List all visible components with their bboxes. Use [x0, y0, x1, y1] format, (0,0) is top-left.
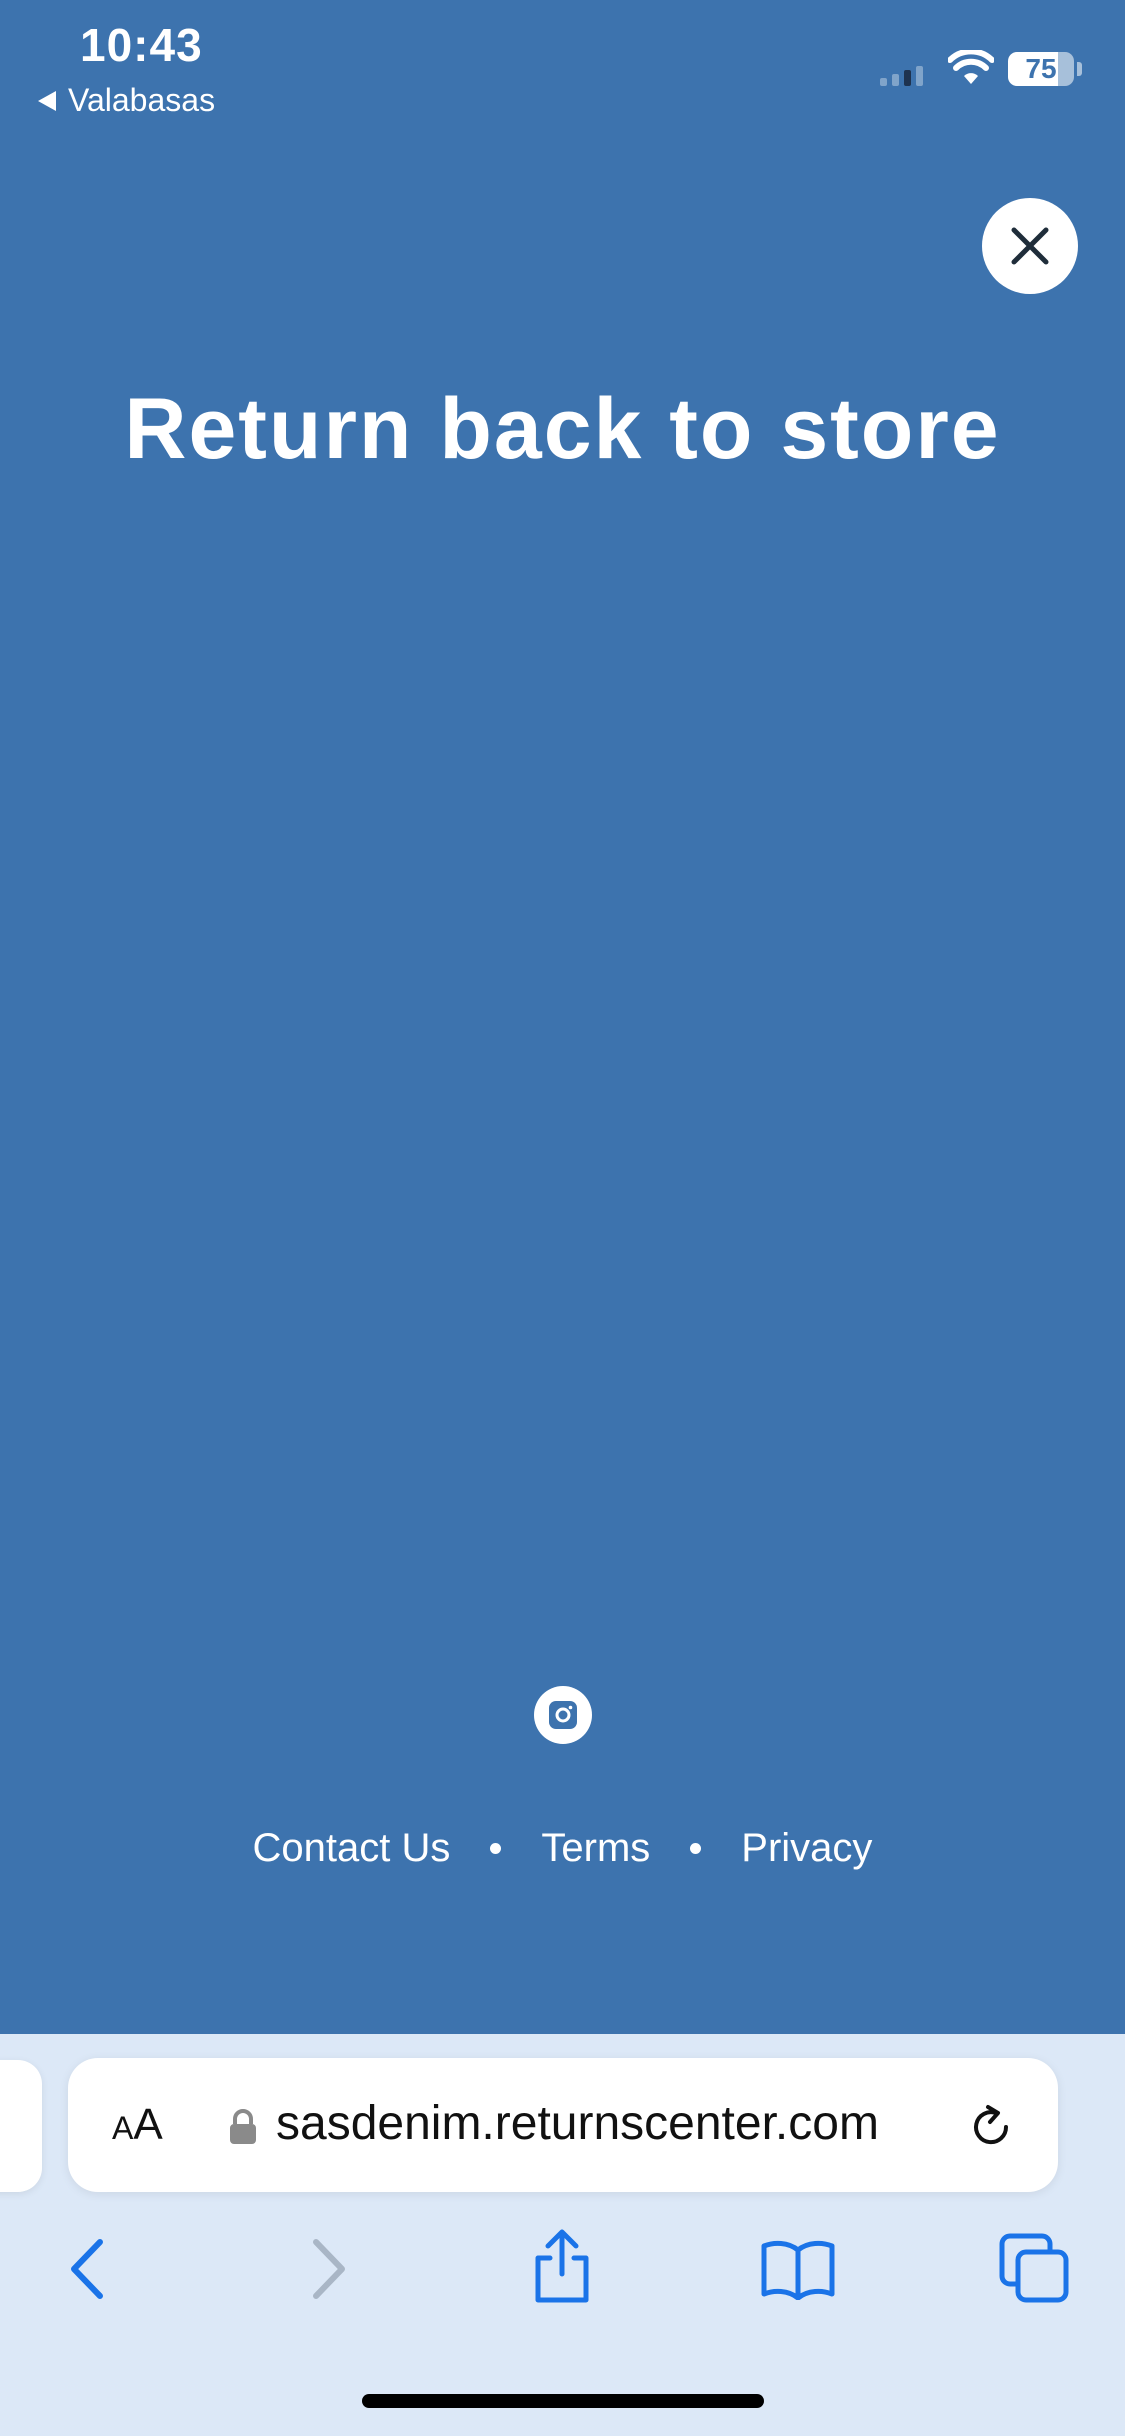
battery-level: 75	[1025, 53, 1057, 84]
battery-nub	[1077, 62, 1082, 76]
bookmarks-icon[interactable]	[760, 2236, 836, 2300]
battery-icon: 75	[1008, 52, 1074, 86]
home-indicator	[362, 2394, 764, 2408]
back-app-label: Valabasas	[68, 82, 216, 118]
previous-tab-card[interactable]	[0, 2060, 42, 2192]
page-settings-button[interactable]: AA	[112, 2100, 163, 2150]
cellular-signal-icon	[880, 66, 923, 86]
back-arrow-icon	[38, 90, 56, 111]
instagram-icon	[549, 1701, 577, 1729]
privacy-link[interactable]: Privacy	[741, 1826, 872, 1871]
address-bar[interactable]: AA sasdenim.returnscenter.com	[68, 2058, 1058, 2192]
close-button[interactable]	[982, 198, 1078, 294]
status-time: 10:43	[80, 19, 203, 71]
back-icon[interactable]	[60, 2234, 116, 2304]
instagram-link[interactable]	[534, 1686, 592, 1744]
status-bar: 10:43 Valabasas 75	[0, 0, 1125, 130]
tabs-icon[interactable]	[998, 2232, 1070, 2304]
page-title: Return back to store	[124, 381, 1001, 477]
contact-us-link[interactable]: Contact Us	[253, 1826, 451, 1871]
terms-link[interactable]: Terms	[541, 1826, 650, 1871]
share-icon[interactable]	[528, 2226, 596, 2306]
wifi-icon	[948, 50, 994, 84]
forward-icon[interactable]	[300, 2234, 356, 2304]
close-icon	[1011, 227, 1049, 265]
lock-icon	[230, 2109, 256, 2144]
separator-dot	[490, 1843, 502, 1854]
reload-icon[interactable]	[966, 2102, 1016, 2152]
url-text: sasdenim.returnscenter.com	[276, 2097, 879, 2150]
back-to-app-button[interactable]: Valabasas	[38, 82, 215, 119]
footer-links: Contact Us Terms Privacy	[0, 1826, 1125, 1871]
separator-dot	[690, 1843, 702, 1854]
